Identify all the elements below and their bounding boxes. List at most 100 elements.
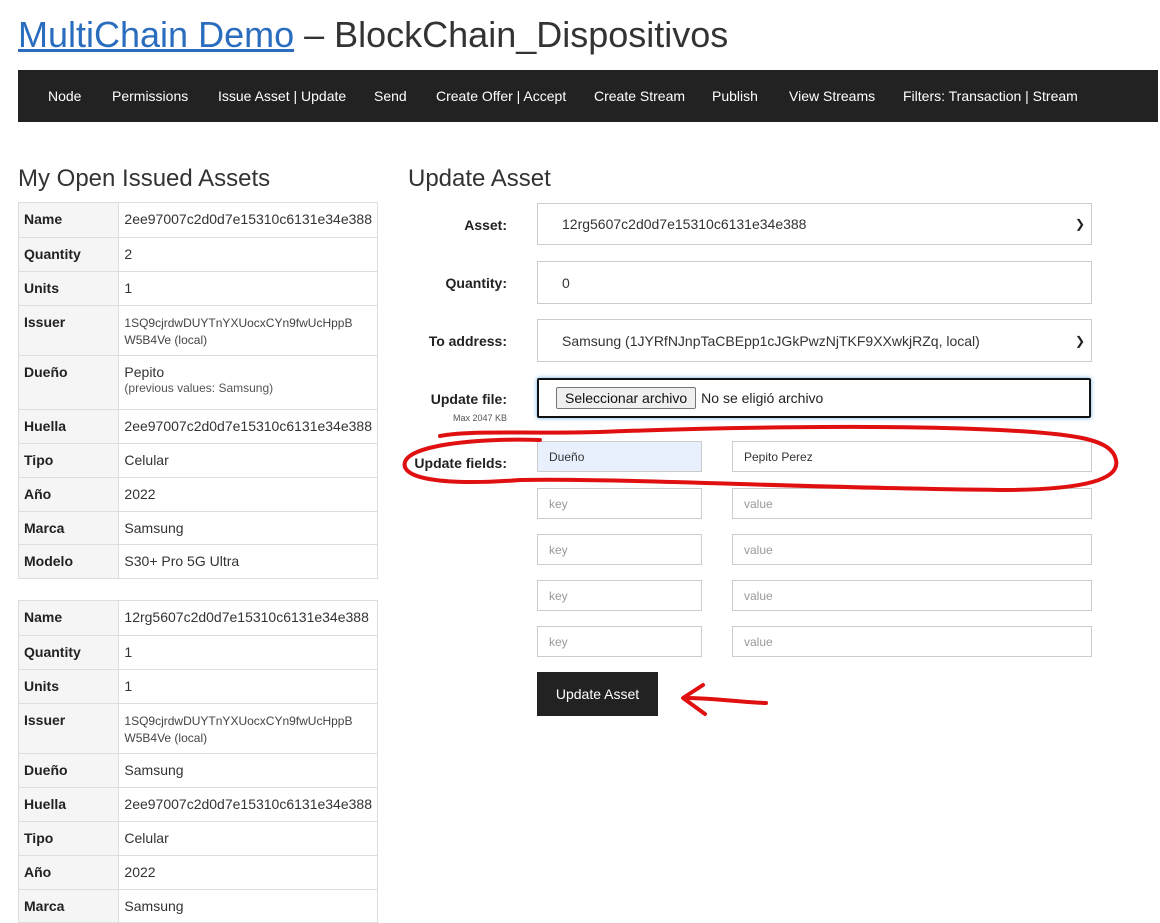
row-label: Año	[17, 855, 120, 890]
row-label: Huella	[17, 409, 120, 444]
asset-label: Asset:	[464, 217, 507, 233]
field-value-input[interactable]: value	[732, 626, 1092, 657]
field-key-input[interactable]: Dueño	[537, 441, 702, 472]
row-label: Huella	[17, 787, 120, 822]
field-key-input[interactable]: key	[537, 534, 702, 565]
table-row: Dueño Pepito (previous values: Samsung)	[17, 355, 378, 410]
issuer-line2: W5B4Ve (local)	[124, 731, 208, 745]
form-title: Update Asset	[408, 165, 551, 192]
table-row: Huella 2ee97007c2d0d7e15310c6131e34e388	[17, 787, 378, 822]
nav-send[interactable]: Send	[374, 70, 407, 122]
table-row: Units 1	[17, 271, 378, 306]
row-value: 1SQ9cjrdwDUYTnYXUocxCYn9fwUcHppB W5B4Ve (…	[118, 305, 378, 356]
table-row: Marca Samsung	[17, 889, 378, 923]
field-key-input[interactable]: key	[537, 580, 702, 611]
home-link[interactable]: MultiChain Demo	[18, 14, 294, 55]
file-label: Update file:	[430, 391, 507, 407]
field-key-input[interactable]: key	[537, 626, 702, 657]
row-label: Quantity	[17, 635, 120, 670]
chevron-down-icon: ❯	[1074, 333, 1085, 348]
row-value: S30+ Pro 5G Ultra	[118, 544, 378, 579]
table-row: Name 2ee97007c2d0d7e15310c6131e34e388	[17, 202, 378, 238]
main-navbar: Node Permissions Issue Asset | Update Se…	[18, 70, 1158, 122]
row-label: Dueño	[17, 753, 120, 788]
row-value: 1SQ9cjrdwDUYTnYXUocxCYn9fwUcHppB W5B4Ve (…	[118, 703, 378, 754]
table-row: Año 2022	[17, 477, 378, 512]
row-value: Samsung	[118, 753, 378, 788]
row-value: Samsung	[118, 511, 378, 545]
table-row: Tipo Celular	[17, 443, 378, 478]
row-label: Name	[17, 202, 120, 238]
quantity-label: Quantity:	[445, 275, 507, 291]
file-size-hint: Max 2047 KB	[452, 413, 507, 423]
table-row: Marca Samsung	[17, 511, 378, 545]
row-label: Marca	[17, 889, 120, 923]
nav-create-offer[interactable]: Create Offer | Accept	[436, 70, 566, 122]
fields-label: Update fields:	[414, 455, 507, 471]
table-row: Año 2022	[17, 855, 378, 890]
row-label: Modelo	[17, 544, 120, 579]
row-label: Dueño	[17, 355, 120, 410]
page-title-suffix: – BlockChain_Dispositivos	[294, 14, 729, 55]
page-title: MultiChain Demo – BlockChain_Dispositivo…	[18, 14, 728, 56]
row-value: 1	[118, 271, 378, 306]
quantity-input[interactable]: 0	[537, 261, 1092, 304]
address-select-value: Samsung (1JYRfNJnpTaCBEpp1cJGkPwzNjTKF9X…	[562, 332, 980, 349]
row-value: 2022	[118, 855, 378, 890]
nav-publish[interactable]: Publish	[712, 70, 758, 122]
nav-view-streams[interactable]: View Streams	[789, 70, 875, 122]
chevron-down-icon: ❯	[1074, 217, 1085, 231]
table-row: Huella 2ee97007c2d0d7e15310c6131e34e388	[17, 409, 378, 444]
table-row: Dueño Samsung	[17, 753, 378, 788]
choose-file-button[interactable]: Seleccionar archivo	[556, 387, 697, 409]
table-row: Quantity 1	[17, 635, 378, 670]
row-value: 12rg5607c2d0d7e15310c6131e34e388	[118, 600, 378, 636]
asset-table: Name 12rg5607c2d0d7e15310c6131e34e388 Qu…	[17, 600, 378, 923]
nav-filters[interactable]: Filters: Transaction | Stream	[903, 70, 1078, 122]
quantity-input-value: 0	[562, 274, 570, 291]
table-row: Modelo S30+ Pro 5G Ultra	[17, 544, 378, 579]
row-value: Pepito (previous values: Samsung)	[118, 355, 378, 410]
issuer-line1: 1SQ9cjrdwDUYTnYXUocxCYn9fwUcHppB	[124, 316, 353, 330]
row-label: Tipo	[17, 443, 120, 478]
table-row: Quantity 2	[17, 237, 378, 272]
row-label: Marca	[17, 511, 120, 545]
row-value: Celular	[118, 443, 378, 478]
field-value-input[interactable]: value	[732, 534, 1092, 565]
address-label: To address:	[428, 333, 507, 349]
row-label: Tipo	[17, 821, 120, 856]
row-value: 2ee97007c2d0d7e15310c6131e34e388	[118, 409, 378, 444]
owner-previous: (previous values: Samsung)	[124, 381, 274, 395]
field-value-input[interactable]: value	[732, 580, 1092, 611]
address-select[interactable]: Samsung (1JYRfNJnpTaCBEpp1cJGkPwzNjTKF9X…	[537, 319, 1092, 362]
nav-node[interactable]: Node	[48, 70, 81, 122]
nav-create-stream[interactable]: Create Stream	[594, 70, 685, 122]
file-status: No se eligió archivo	[701, 390, 824, 406]
file-input[interactable]: Seleccionar archivo No se eligió archivo	[537, 378, 1091, 418]
table-row: Issuer 1SQ9cjrdwDUYTnYXUocxCYn9fwUcHppB W…	[17, 305, 378, 356]
asset-select[interactable]: 12rg5607c2d0d7e15310c6131e34e388 ❯	[537, 203, 1092, 245]
row-label: Quantity	[17, 237, 120, 272]
field-value-input[interactable]: Pepito Perez	[732, 441, 1092, 472]
row-label: Año	[17, 477, 120, 512]
table-row: Issuer 1SQ9cjrdwDUYTnYXUocxCYn9fwUcHppB W…	[17, 703, 378, 754]
issuer-line2: W5B4Ve (local)	[124, 333, 208, 347]
row-value: 2ee97007c2d0d7e15310c6131e34e388	[118, 202, 378, 238]
field-key-input[interactable]: key	[537, 488, 702, 519]
asset-table: Name 2ee97007c2d0d7e15310c6131e34e388 Qu…	[17, 202, 378, 579]
table-row: Name 12rg5607c2d0d7e15310c6131e34e388	[17, 600, 378, 636]
arrow-line	[682, 696, 768, 705]
row-value: 2	[118, 237, 378, 272]
assets-panel-title: My Open Issued Assets	[18, 165, 271, 192]
asset-select-value: 12rg5607c2d0d7e15310c6131e34e388	[562, 216, 807, 232]
row-label: Issuer	[17, 703, 120, 754]
table-row: Tipo Celular	[17, 821, 378, 856]
row-value: 1	[118, 669, 378, 704]
row-label: Units	[17, 271, 120, 306]
nav-issue-asset[interactable]: Issue Asset | Update	[218, 70, 346, 122]
row-value: 2022	[118, 477, 378, 512]
update-asset-button[interactable]: Update Asset	[537, 672, 658, 716]
nav-permissions[interactable]: Permissions	[112, 70, 188, 122]
row-value: Celular	[118, 821, 378, 856]
field-value-input[interactable]: value	[732, 488, 1092, 519]
